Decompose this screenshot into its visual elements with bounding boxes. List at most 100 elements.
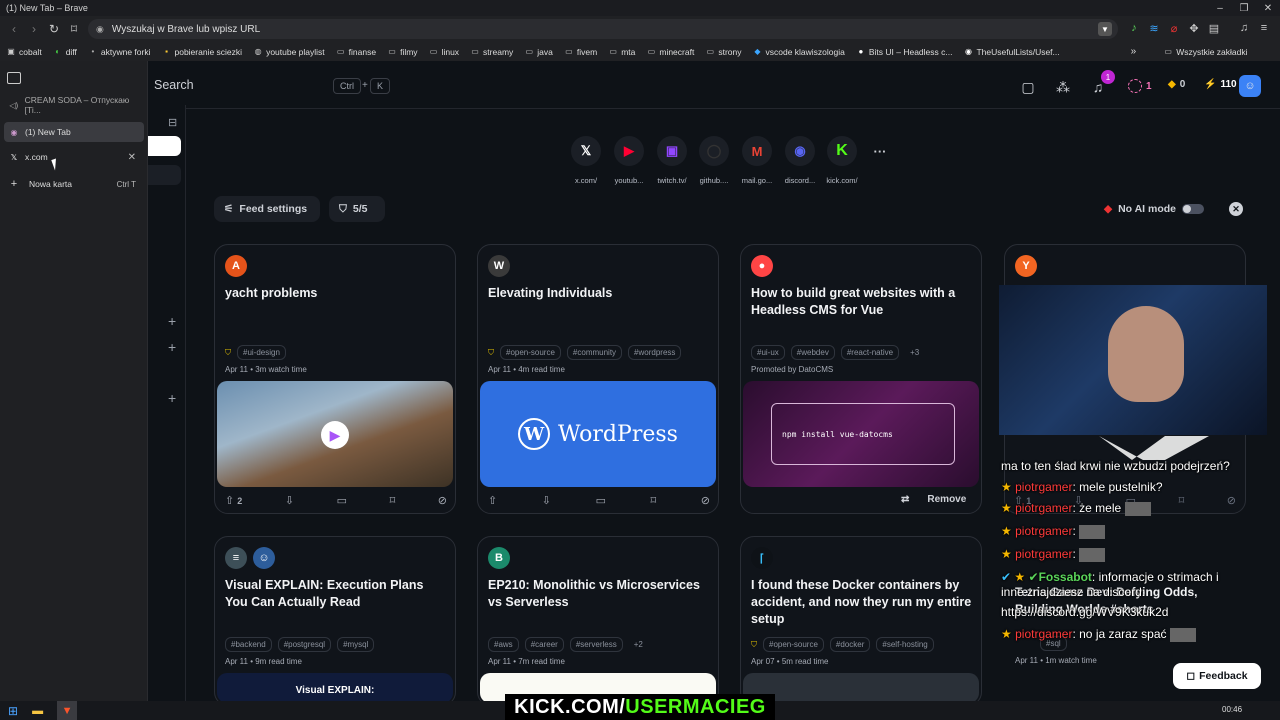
- brave-shields-icon[interactable]: ▼: [1098, 22, 1112, 36]
- coins-counter[interactable]: ◆ 0: [1168, 79, 1185, 90]
- card-tag[interactable]: #postgresql: [277, 637, 332, 652]
- reputation-counter[interactable]: ⚡ 110: [1204, 79, 1237, 90]
- extension-icon[interactable]: ♪: [1126, 20, 1142, 36]
- windows-start-icon[interactable]: ⊞: [8, 704, 18, 718]
- address-bar[interactable]: ◉ Wyszukaj w Brave lub wpisz URL ▼: [88, 19, 1118, 39]
- bookmark-item[interactable]: ◆ vscode klawiszologia: [752, 47, 844, 57]
- feed-card[interactable]: A yacht problems ⛉ #ui-design Apr 11 • 3m…: [214, 244, 456, 514]
- card-tag[interactable]: #open-source: [763, 637, 824, 652]
- sidebar-toggle-icon[interactable]: [7, 72, 21, 84]
- feed-count-button[interactable]: ⛉ 5/5: [329, 196, 385, 222]
- card-tag[interactable]: #ui-design: [237, 345, 286, 360]
- streak-counter[interactable]: 1: [1128, 79, 1152, 93]
- bookmark-icon[interactable]: ⌑: [64, 19, 84, 39]
- card-title[interactable]: EP210: Monolithic vs Microservices vs Se…: [488, 577, 710, 611]
- tab-item[interactable]: 𝕏x.com ✕: [4, 147, 144, 167]
- bookmark-item[interactable]: ● Bits UI – Headless c...: [856, 47, 952, 57]
- maximize-button[interactable]: ❐: [1232, 0, 1256, 16]
- extension-icon[interactable]: ≋: [1146, 20, 1162, 36]
- forward-icon[interactable]: ›: [24, 19, 44, 39]
- downvote-icon[interactable]: ⇩: [285, 494, 294, 507]
- card-tag[interactable]: #serverless: [569, 637, 623, 652]
- card-title[interactable]: Elevating Individuals: [488, 285, 710, 302]
- card-tag[interactable]: #webdev: [790, 345, 835, 360]
- bookmark-folder[interactable]: ▭ filmy: [387, 47, 417, 57]
- bookmark-icon[interactable]: ⌑: [390, 494, 396, 507]
- bookmark-folder[interactable]: ▭ streamy: [470, 47, 513, 57]
- minimize-button[interactable]: –: [1208, 0, 1232, 16]
- bookmark-item[interactable]: ◐ diff: [53, 47, 77, 57]
- shortcut-x[interactable]: 𝕏x.com/: [564, 136, 608, 185]
- card-tag[interactable]: #community: [566, 345, 623, 360]
- bookmarks-more-button[interactable]: »: [1131, 46, 1137, 57]
- shortcut-twitch[interactable]: ▣ twitch.tv/: [650, 136, 694, 185]
- bookmark-folder[interactable]: ▭ linux: [429, 47, 459, 57]
- file-explorer-icon[interactable]: ▬: [32, 705, 43, 717]
- shortcut-discord[interactable]: ◉ discord...: [778, 136, 822, 185]
- collapse-sidebar-icon[interactable]: ⊟: [168, 116, 177, 129]
- bookmark-item[interactable]: ▪ pobieranie sciezki: [161, 47, 242, 57]
- squads-icon[interactable]: ⁂: [1052, 76, 1074, 98]
- link-icon[interactable]: ⊘: [701, 494, 710, 507]
- card-tag[interactable]: #aws: [488, 637, 519, 652]
- feed-card[interactable]: ⌈ I found these Docker containers by acc…: [740, 536, 982, 706]
- promoted-card[interactable]: ● How to build great websites with a Hea…: [740, 244, 982, 514]
- card-thumbnail[interactable]: [743, 673, 979, 703]
- wallet-icon[interactable]: ▤: [1206, 20, 1222, 36]
- extensions-puzzle-icon[interactable]: ✥: [1186, 20, 1202, 36]
- avatar[interactable]: ☺: [1239, 75, 1261, 97]
- briefcase-icon[interactable]: ▢: [1017, 76, 1039, 98]
- card-tag[interactable]: #mysql: [337, 637, 375, 652]
- comment-icon[interactable]: ▭: [596, 494, 606, 507]
- close-window-button[interactable]: ✕: [1256, 0, 1280, 16]
- bookmark-folder[interactable]: ▭ mta: [608, 47, 635, 57]
- tab-item[interactable]: ◁) CREAM SODA – Отпускаю [Ti...: [4, 95, 144, 115]
- card-title[interactable]: How to build great websites with a Headl…: [751, 285, 973, 319]
- nav-item[interactable]: [148, 165, 181, 185]
- play-icon[interactable]: ▶: [321, 421, 349, 449]
- card-tag-more[interactable]: +3: [905, 346, 924, 359]
- card-thumbnail[interactable]: ▶: [217, 381, 453, 487]
- card-tag[interactable]: #open-source: [500, 345, 561, 360]
- tab-item-active[interactable]: ◉ (1) New Tab: [4, 122, 144, 142]
- shortcut-gmail[interactable]: Mmail.go...: [735, 136, 779, 185]
- back-icon[interactable]: ‹: [4, 19, 24, 39]
- card-tag[interactable]: #self-hosting: [876, 637, 934, 652]
- extension-icon[interactable]: ⌀: [1166, 20, 1182, 36]
- comment-icon[interactable]: ▭: [337, 494, 347, 507]
- toggle-switch[interactable]: [1182, 204, 1205, 214]
- nav-active-item[interactable]: [148, 136, 181, 156]
- shortcut-youtube[interactable]: ▶ youtub...: [607, 136, 651, 185]
- card-tag[interactable]: #backend: [225, 637, 272, 652]
- link-icon[interactable]: ⊘: [438, 494, 447, 507]
- add-icon[interactable]: +: [168, 339, 176, 355]
- bookmark-folder[interactable]: ▭ finanse: [336, 47, 376, 57]
- card-tag[interactable]: #wordpress: [628, 345, 682, 360]
- upvote-icon[interactable]: ⇧: [488, 494, 497, 507]
- close-tab-icon[interactable]: ✕: [128, 152, 136, 163]
- remove-button[interactable]: ⇄ Remove: [901, 494, 966, 505]
- ai-mode-toggle[interactable]: ◆ No AI mode: [1094, 196, 1222, 222]
- feed-settings-button[interactable]: ⚟ Feed settings: [214, 196, 320, 222]
- bookmark-folder[interactable]: ▭ minecraft: [646, 47, 695, 57]
- menu-icon[interactable]: ≡: [1256, 20, 1272, 36]
- bookmark-folder[interactable]: ▭ fivem: [564, 47, 597, 57]
- feedback-button[interactable]: ◻ Feedback: [1173, 663, 1261, 689]
- card-title[interactable]: yacht problems: [225, 285, 447, 302]
- add-icon[interactable]: +: [168, 390, 176, 406]
- feed-card[interactable]: W Elevating Individuals ⛉ #open-source #co…: [477, 244, 719, 514]
- card-thumbnail[interactable]: W WordPress: [480, 381, 716, 487]
- bookmark-item[interactable]: ▣ cobalt: [6, 47, 41, 57]
- new-tab-button[interactable]: + Nowa karta Ctrl T: [4, 174, 144, 194]
- bookmark-item[interactable]: • aktywne forki: [88, 47, 150, 57]
- card-tag[interactable]: #docker: [829, 637, 871, 652]
- add-icon[interactable]: +: [168, 313, 176, 329]
- bookmark-item[interactable]: ◉ TheUsefulLists/Usef...: [963, 47, 1060, 57]
- bookmark-icon[interactable]: ⌑: [1179, 494, 1185, 507]
- card-tag[interactable]: #react-native: [840, 345, 900, 360]
- card-title[interactable]: Visual EXPLAIN: Execution Plans You Can …: [225, 577, 447, 611]
- card-tag-more[interactable]: +2: [629, 638, 648, 651]
- brave-taskbar-icon[interactable]: ▼: [57, 701, 78, 720]
- shortcuts-more-button[interactable]: ···: [858, 136, 902, 166]
- all-bookmarks-button[interactable]: ▭ Wszystkie zakładki: [1163, 47, 1247, 57]
